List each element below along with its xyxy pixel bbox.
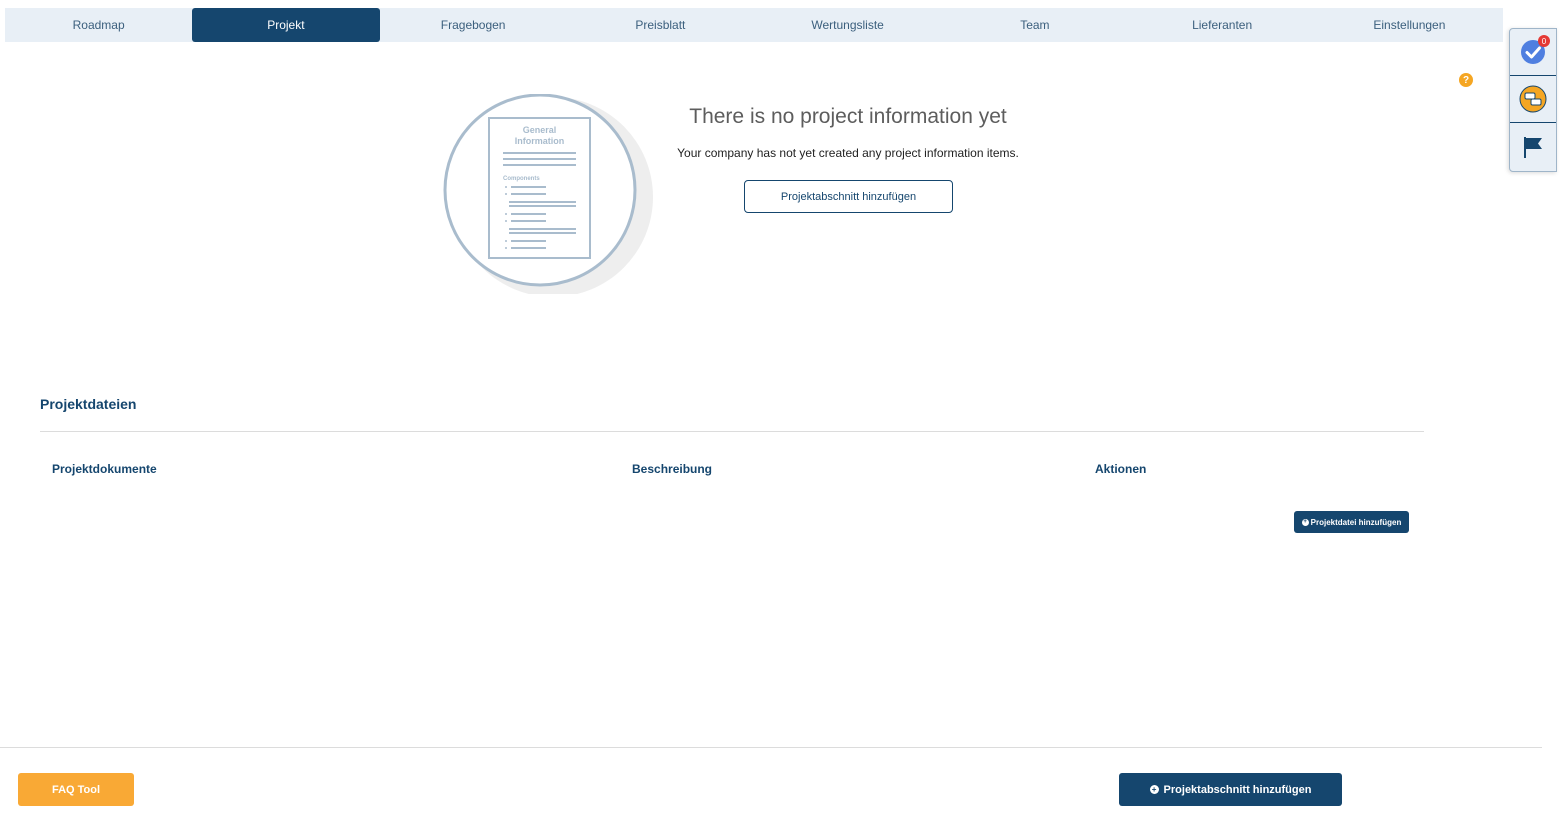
top-tab-bar: Roadmap Projekt Fragebogen Preisblatt We… (5, 8, 1503, 42)
flag-icon (1524, 136, 1542, 158)
add-project-section-label: Projektabschnitt hinzufügen (1163, 783, 1312, 796)
plus-circle-icon: + (1149, 785, 1159, 794)
add-project-file-button[interactable]: + Projektdatei hinzufügen (1294, 511, 1409, 533)
tasks-badge: 0 (1538, 35, 1550, 47)
flag-button[interactable] (1510, 123, 1556, 170)
add-project-file-label: Projektdatei hinzufügen (1310, 517, 1402, 527)
faq-tool-button[interactable]: FAQ Tool (18, 773, 134, 806)
add-project-section-outline-button[interactable]: Projektabschnitt hinzufügen (744, 180, 953, 213)
project-files-title: Projektdateien (40, 396, 137, 412)
chat-button[interactable] (1510, 76, 1556, 123)
footer-divider (0, 747, 1542, 748)
tab-einstellungen[interactable]: Einstellungen (1316, 8, 1503, 42)
column-header-description: Beschreibung (632, 462, 713, 476)
plus-circle-icon: + (1301, 518, 1309, 526)
tab-preisblatt[interactable]: Preisblatt (567, 8, 754, 42)
empty-state-subtitle: Your company has not yet created any pro… (677, 146, 1019, 160)
tab-roadmap[interactable]: Roadmap (5, 8, 192, 42)
column-header-documents: Projektdokumente (52, 462, 157, 476)
add-project-section-button[interactable]: + Projektabschnitt hinzufügen (1119, 773, 1342, 806)
tab-team[interactable]: Team (941, 8, 1128, 42)
tasks-button[interactable]: 0 (1510, 29, 1556, 76)
tab-fragebogen[interactable]: Fragebogen (380, 8, 567, 42)
chat-icon (1519, 85, 1547, 113)
illustration-section-label: Components (503, 176, 540, 182)
column-header-actions: Aktionen (1095, 462, 1147, 476)
illustration-title-line2: Information (515, 136, 565, 146)
tab-wertungsliste[interactable]: Wertungsliste (754, 8, 941, 42)
tab-projekt[interactable]: Projekt (192, 8, 380, 42)
empty-state-title: There is no project information yet (689, 105, 1007, 128)
help-icon[interactable]: ? (1459, 73, 1473, 87)
side-toolbar: 0 (1509, 28, 1557, 172)
tab-lieferanten[interactable]: Lieferanten (1129, 8, 1316, 42)
section-divider (40, 431, 1424, 432)
illustration-title-line1: General (523, 125, 557, 135)
